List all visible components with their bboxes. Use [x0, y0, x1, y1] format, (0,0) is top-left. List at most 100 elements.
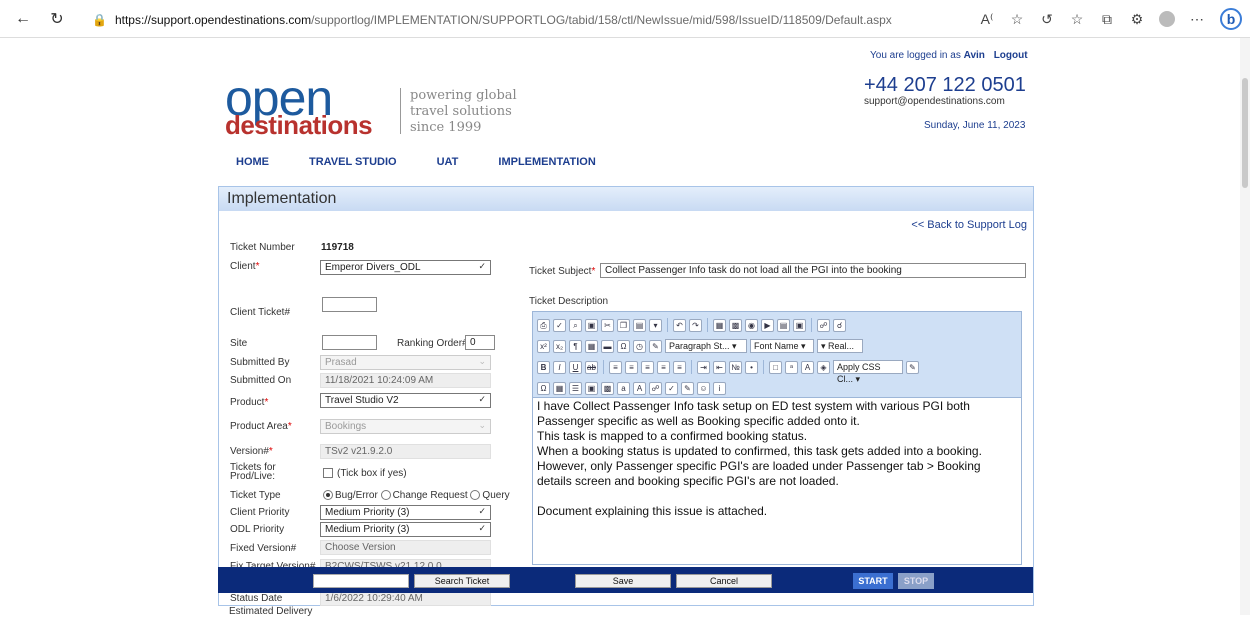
custom-links-icon[interactable]: ☍ [649, 381, 662, 395]
superscript-icon[interactable]: x² [537, 339, 550, 353]
paste-options-icon[interactable]: ▾ [649, 318, 662, 332]
search-ticket-input[interactable] [313, 574, 409, 588]
flash-manager-icon[interactable]: ◉ [745, 318, 758, 332]
client-ticket-input[interactable] [322, 297, 377, 312]
nav-travel-studio[interactable]: TRAVEL STUDIO [309, 156, 397, 168]
print-icon[interactable]: ⎙ [537, 318, 550, 332]
logout-link[interactable]: Logout [994, 50, 1028, 61]
copy-icon[interactable]: ❐ [617, 318, 630, 332]
font-color-icon[interactable]: A [801, 360, 814, 374]
spellcheck-icon[interactable]: ✓ [553, 318, 566, 332]
font-name-select[interactable]: Font Name ▾ [750, 339, 814, 353]
document-manager-icon[interactable]: ▩ [729, 318, 742, 332]
indent-icon[interactable]: ⇥ [697, 360, 710, 374]
align-right-icon[interactable]: ≡ [641, 360, 654, 374]
search-ticket-button[interactable]: Search Ticket [414, 574, 510, 588]
align-center-icon[interactable]: ≡ [625, 360, 638, 374]
css-class-select[interactable]: Apply CSS Cl... ▾ [833, 360, 903, 384]
unlink-icon[interactable]: ☌ [833, 318, 846, 332]
align-left-icon[interactable]: ≡ [609, 360, 622, 374]
radio-change-request[interactable] [380, 490, 391, 501]
strikethrough-icon[interactable]: ab [585, 360, 598, 374]
cancel-button[interactable]: Cancel [676, 574, 772, 588]
template-manager-icon[interactable]: ▤ [777, 318, 790, 332]
track-changes-icon[interactable]: ✎ [681, 381, 694, 395]
insert-form-icon[interactable]: ▣ [585, 381, 598, 395]
support-email[interactable]: support@opendestinations.com [864, 96, 1005, 107]
more-menu-icon[interactable]: ⋯ [1182, 11, 1212, 28]
subscript-icon[interactable]: x₂ [553, 339, 566, 353]
paragraph-icon[interactable]: ¶ [569, 339, 582, 353]
justify-icon[interactable]: ≡ [657, 360, 670, 374]
page-scrollbar[interactable] [1240, 38, 1250, 615]
rich-text-editor[interactable]: ⎙ ✓ ⌕ ▣ ✂ ❐ ▤ ▾ ↶ ↷ ▦ ▩ ◉ ▶ ▤ ▣ ☍ ☌ x² x… [532, 311, 1022, 565]
date-time-icon[interactable]: ◷ [633, 339, 646, 353]
media-manager-icon[interactable]: ▶ [761, 318, 774, 332]
paragraph-style-select[interactable]: Paragraph St... ▾ [665, 339, 747, 353]
address-bar[interactable]: 🔒 https://support.opendestinations.com/s… [92, 9, 912, 31]
radio-bug-error[interactable] [323, 490, 333, 501]
insert-emoticon-icon[interactable]: ☺ [697, 381, 710, 395]
font-size-select[interactable]: ▾ Real... [817, 339, 863, 353]
nav-implementation[interactable]: IMPLEMENTATION [498, 156, 595, 168]
profile-avatar[interactable] [1159, 11, 1175, 27]
module-manager-icon[interactable]: ▩ [601, 381, 614, 395]
numbered-list-icon[interactable]: № [729, 360, 742, 374]
client-priority-select[interactable]: Medium Priority (3) ✓ [320, 505, 491, 520]
underline-icon[interactable]: U [569, 360, 582, 374]
open-destinations-logo[interactable]: open destinations [225, 73, 400, 140]
select-all-icon[interactable]: ▣ [585, 318, 598, 332]
bing-chat-icon[interactable]: b [1220, 8, 1242, 30]
highlight-color-icon[interactable]: ◈ [817, 360, 830, 374]
collections-icon[interactable]: ⧉ [1092, 11, 1122, 28]
format-stripper-icon[interactable]: ✎ [649, 339, 662, 353]
refresh-extension-icon[interactable]: ↺ [1032, 11, 1062, 28]
cut-icon[interactable]: ✂ [601, 318, 614, 332]
site-input[interactable] [322, 335, 377, 350]
editor-content[interactable]: I have Collect Passenger Info task setup… [533, 398, 1021, 520]
save-icon[interactable]: ▣ [793, 318, 806, 332]
odl-priority-select[interactable]: Medium Priority (3) ✓ [320, 522, 491, 537]
nav-home[interactable]: HOME [236, 156, 269, 168]
find-icon[interactable]: ⌕ [569, 318, 582, 332]
refresh-icon[interactable]: ↻ [46, 9, 68, 29]
xhtml-validator-icon[interactable]: ✓ [665, 381, 678, 395]
bold-icon[interactable]: B [537, 360, 550, 374]
paste-icon[interactable]: ▤ [633, 318, 646, 332]
product-select[interactable]: Travel Studio V2 ✓ [320, 393, 491, 408]
ticket-subject-input[interactable]: Collect Passenger Info task do not load … [600, 263, 1026, 278]
stop-button[interactable]: STOP [898, 573, 934, 589]
convert-upper-icon[interactable]: A [633, 381, 646, 395]
save-button[interactable]: Save [575, 574, 671, 588]
favorite-star-icon[interactable]: ☆ [1002, 11, 1032, 28]
insert-snippet-icon[interactable]: ☰ [569, 381, 582, 395]
abc-check-icon[interactable]: ᵃ [785, 360, 798, 374]
extension-icon[interactable]: ⚙ [1122, 11, 1152, 28]
insert-table-icon[interactable]: ▦ [553, 381, 566, 395]
back-arrow-icon[interactable]: ← [12, 10, 34, 28]
back-to-support-log-link[interactable]: << Back to Support Log [911, 219, 1027, 231]
lock-icon[interactable]: 🔒 [92, 13, 107, 27]
outdent-icon[interactable]: ⇤ [713, 360, 726, 374]
tickets-prod-checkbox[interactable] [323, 468, 333, 479]
special-characters-icon[interactable]: Ω [537, 381, 550, 395]
text-box-icon[interactable]: □ [769, 360, 782, 374]
bullet-list-icon[interactable]: • [745, 360, 758, 374]
read-aloud-icon[interactable]: A⁽ [972, 11, 1002, 28]
image-manager-icon[interactable]: ▦ [713, 318, 726, 332]
insert-symbol-icon[interactable]: Ω [617, 339, 630, 353]
italic-icon[interactable]: I [553, 360, 566, 374]
remove-alignment-icon[interactable]: ≡ [673, 360, 686, 374]
link-icon[interactable]: ☍ [817, 318, 830, 332]
format-painter-icon[interactable]: ✎ [906, 360, 919, 374]
radio-query[interactable] [470, 490, 481, 501]
undo-icon[interactable]: ↶ [673, 318, 686, 332]
convert-lower-icon[interactable]: a [617, 381, 630, 395]
nav-uat[interactable]: UAT [437, 156, 459, 168]
redo-icon[interactable]: ↷ [689, 318, 702, 332]
scrollbar-thumb[interactable] [1242, 78, 1248, 188]
horizontal-rule-icon[interactable]: ▬ [601, 339, 614, 353]
table-icon[interactable]: ▦ [585, 339, 598, 353]
about-icon[interactable]: i [713, 381, 726, 395]
ranking-order-input[interactable]: 0 [465, 335, 495, 350]
